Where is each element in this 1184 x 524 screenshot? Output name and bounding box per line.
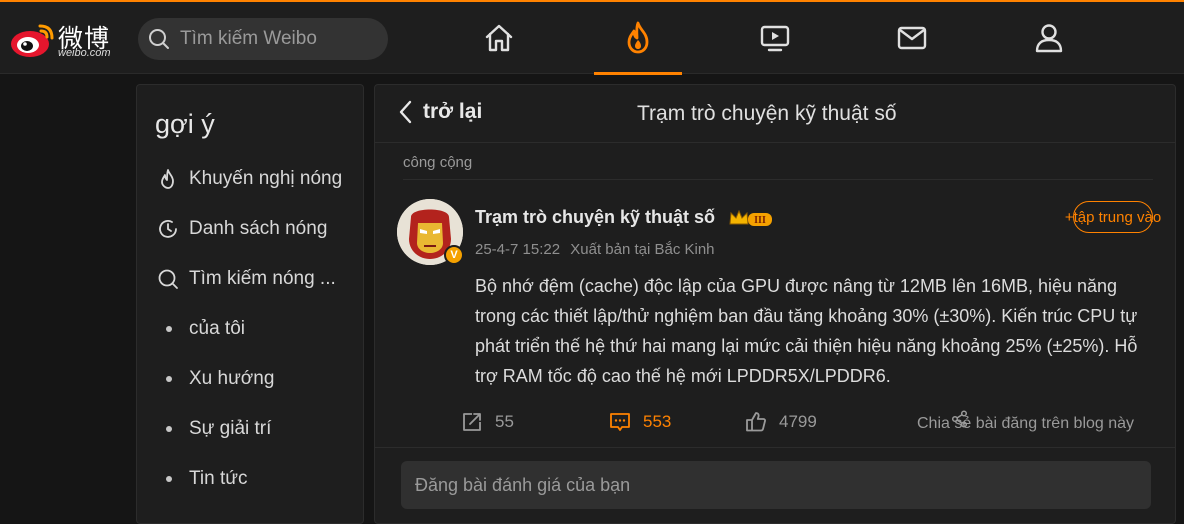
weibo-eye-icon [11, 24, 54, 57]
sidebar-item-trends[interactable]: Xu hướng [157, 364, 357, 394]
divider [375, 447, 1175, 448]
mail-icon [897, 26, 927, 50]
weibo-logo[interactable]: 微博 weibo.com [10, 16, 122, 62]
member-badge[interactable]: III [728, 208, 776, 235]
logo-subtext: weibo.com [58, 47, 111, 59]
thumbs-up-icon [746, 412, 766, 432]
sidebar-item-hot-recommend[interactable]: Khuyến nghị nóng [157, 164, 357, 194]
bullet-icon [166, 426, 172, 432]
sidebar-item-entertainment[interactable]: Sự giải trí [157, 414, 357, 444]
home-icon [485, 24, 513, 52]
sidebar-item-label: Tin tức [189, 468, 248, 489]
sidebar-item-label: Khuyến nghị nóng [189, 168, 343, 189]
sidebar-item-label: Tìm kiếm nóng ... [189, 268, 336, 289]
nav-hot[interactable] [620, 20, 656, 56]
bullet-icon [166, 326, 172, 332]
sidebar-item-label: Xu hướng [189, 368, 275, 389]
back-button[interactable]: trở lại [397, 99, 482, 125]
post-text: Bộ nhớ đệm (cache) độc lập của GPU được … [475, 276, 1138, 386]
comment-icon [610, 413, 630, 431]
repost-count: 55 [495, 412, 514, 431]
repost-button[interactable]: 55 [461, 411, 514, 433]
sidebar-title: gợi ý [155, 109, 215, 139]
comment-count: 553 [643, 412, 672, 431]
repost-icon [463, 413, 481, 431]
back-label: trở lại [423, 100, 483, 123]
page-title: Trạm trò chuyện kỹ thuật số [637, 102, 897, 125]
sidebar-item-label: Sự giải trí [189, 418, 272, 439]
search-bar[interactable] [138, 18, 388, 60]
sidebar-item-hot-list[interactable]: Danh sách nóng [157, 214, 357, 244]
sidebar-item-label: Danh sách nóng [189, 218, 328, 239]
post-actions: 55 553 4799 Chia sẻ bài đăng trên blog n… [375, 407, 1175, 443]
search-icon [149, 29, 169, 49]
chevron-left-icon [399, 100, 412, 124]
like-button[interactable]: 4799 [745, 411, 817, 433]
nav-profile[interactable] [1031, 20, 1067, 56]
top-bar: 微博 weibo.com [0, 0, 1184, 75]
search-input[interactable] [180, 18, 380, 60]
main-panel: trở lại Trạm trò chuyện kỹ thuật số công… [374, 84, 1176, 524]
post-location: Xuất bản tại Bắc Kinh [570, 241, 715, 258]
sidebar: gợi ý Khuyến nghị nóng Danh sách nóng Tì… [136, 84, 364, 524]
author-name[interactable]: Trạm trò chuyện kỹ thuật số [475, 207, 715, 228]
sidebar-item-label: của tôi [189, 318, 245, 339]
nav-video[interactable] [757, 20, 793, 56]
visibility-label: công cộng [403, 154, 473, 171]
comment-button[interactable]: 553 [609, 411, 671, 433]
crown-badge-icon: III [729, 209, 772, 226]
bullet-icon [166, 376, 172, 382]
search-icon [157, 268, 189, 290]
divider [403, 179, 1153, 180]
active-tab-indicator [594, 72, 682, 75]
share-icon [951, 410, 968, 428]
like-count: 4799 [779, 412, 817, 431]
comment-input[interactable] [401, 461, 1151, 509]
flame-icon [157, 168, 189, 190]
sidebar-item-mine[interactable]: của tôi [157, 314, 357, 344]
sidebar-item-news[interactable]: Tin tức [157, 464, 357, 494]
hot-flame-icon [627, 21, 649, 54]
verified-badge: V [444, 245, 464, 265]
share-to-blog-button[interactable]: Chia sẻ bài đăng trên blog này [917, 410, 1135, 433]
post-meta: 25-4-7 15:22 Xuất bản tại Bắc Kinh [475, 241, 721, 258]
badge-level-text: III [754, 215, 766, 226]
nav-home[interactable] [481, 20, 517, 56]
video-icon [760, 25, 790, 52]
sidebar-item-hot-search[interactable]: Tìm kiếm nóng ... [157, 264, 357, 294]
follow-button[interactable]: +tập trung vào [1065, 201, 1161, 233]
bullet-icon [166, 476, 172, 482]
profile-icon [1035, 24, 1063, 53]
post-time[interactable]: 25-4-7 15:22 [475, 241, 560, 258]
nav-messages[interactable] [894, 20, 930, 56]
main-header: trở lại Trạm trò chuyện kỹ thuật số [375, 85, 1175, 143]
clock-icon [157, 218, 189, 240]
share-blog-label: Chia sẻ bài đăng trên blog này [917, 415, 1135, 432]
